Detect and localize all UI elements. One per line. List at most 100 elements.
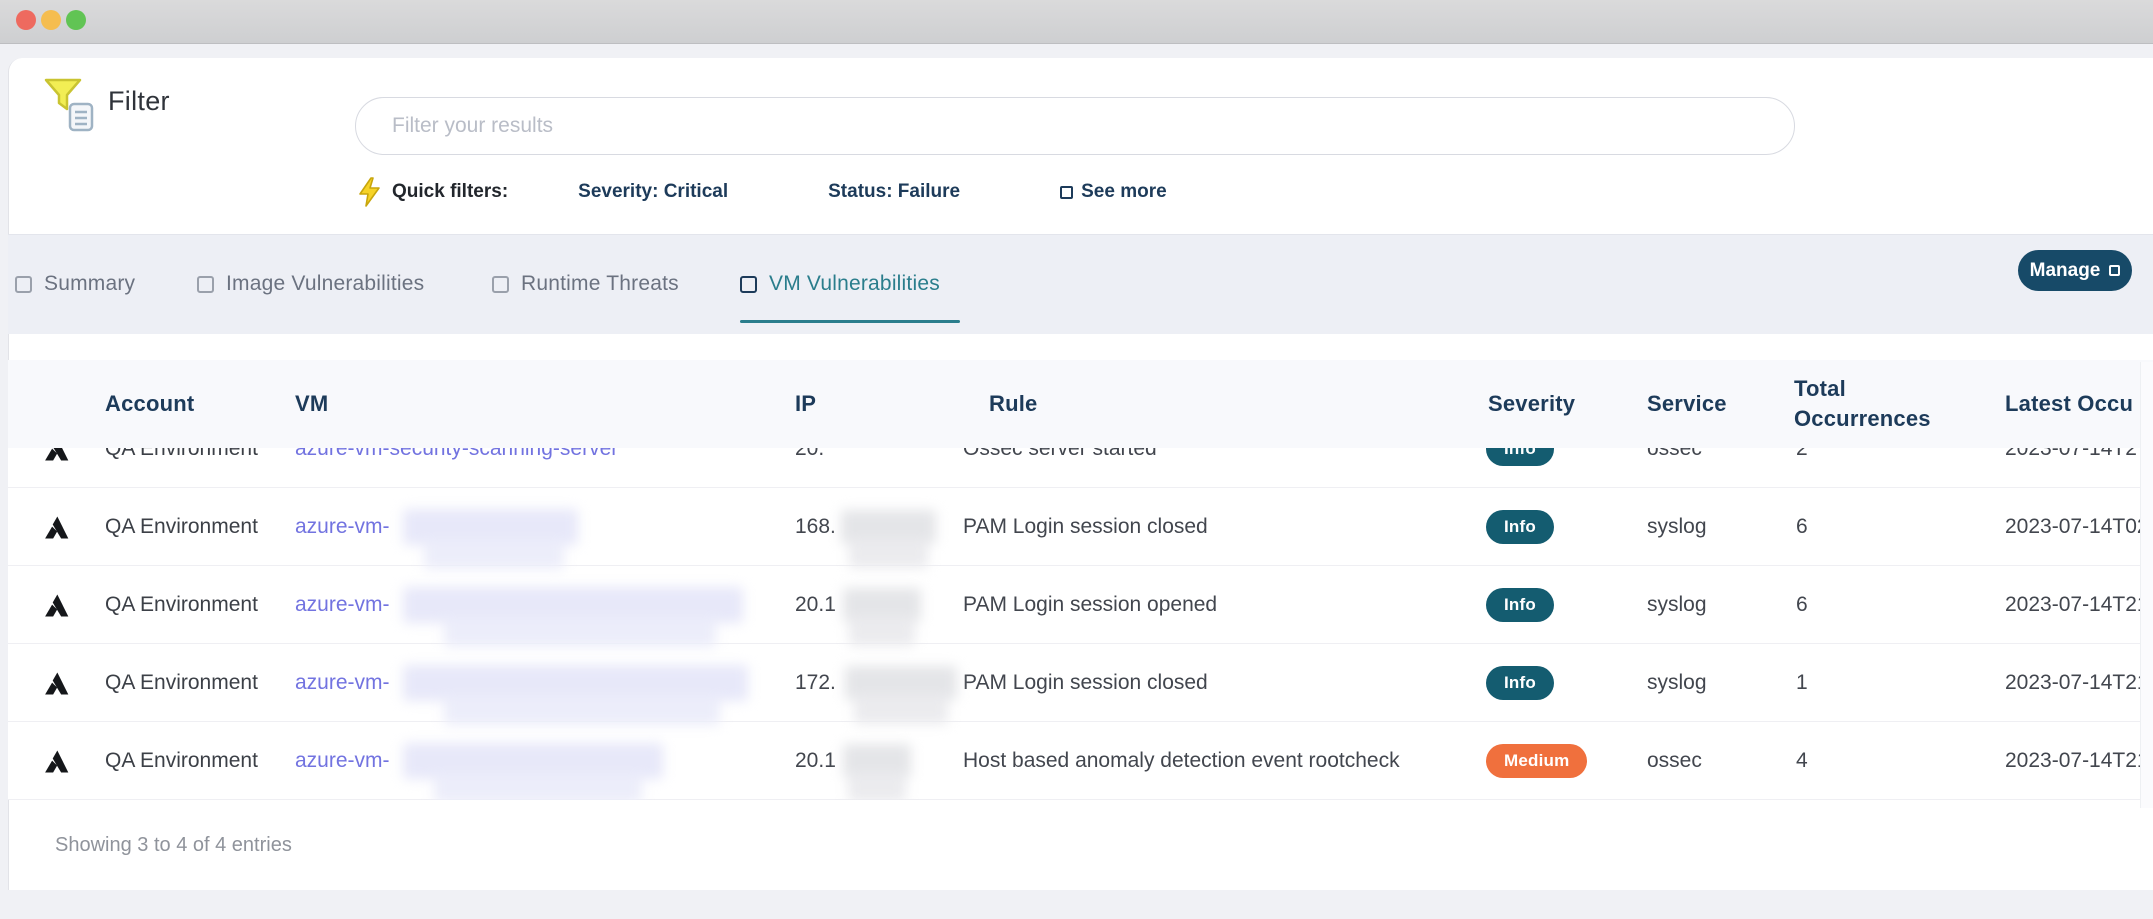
column-header-severity[interactable]: Severity (1472, 389, 1635, 419)
severity-badge: Info (1486, 588, 1554, 622)
active-tab-underline (740, 320, 960, 323)
filter-panel-title: Filter (108, 86, 170, 117)
vm-cell: azure-vm- (295, 722, 795, 800)
maximize-window-button[interactable] (66, 10, 86, 30)
lightning-bolt-icon (356, 177, 382, 207)
ip-value: 20.1 (795, 593, 836, 617)
service-cell: syslog (1635, 593, 1780, 617)
close-window-button[interactable] (16, 10, 36, 30)
column-header-rule[interactable]: Rule (963, 389, 1472, 419)
severity-badge: Info (1486, 448, 1554, 466)
ip-cell: 168. (795, 488, 963, 566)
checkbox-icon[interactable] (197, 276, 214, 293)
table-header-row: Account VM IP Rule Severity Service Tota… (8, 360, 2153, 448)
table-row[interactable]: QA Environment azure-vm-security-scannin… (8, 448, 2153, 488)
latest-occurrence-cell: 2023-07-14T21: (1995, 749, 2153, 773)
service-cell: ossec (1635, 749, 1780, 773)
filter-search-input[interactable] (355, 97, 1795, 155)
vm-link[interactable]: azure-vm- (295, 749, 390, 773)
column-header-service[interactable]: Service (1635, 389, 1780, 419)
manage-button-label: Manage (2030, 260, 2101, 282)
minimize-window-button[interactable] (41, 10, 61, 30)
tab-image-vulnerabilities-label: Image Vulnerabilities (226, 272, 424, 296)
tab-vm-vulnerabilities[interactable]: VM Vulnerabilities (740, 272, 940, 296)
rule-cell: Ossec server started (963, 448, 1472, 461)
entries-summary: Showing 3 to 4 of 4 entries (55, 834, 292, 857)
vm-link[interactable]: azure-vm- (295, 515, 390, 539)
total-line1: Total (1794, 374, 1995, 404)
column-header-total-occurrences[interactable]: Total Occurrences (1780, 374, 1995, 434)
rule-cell: PAM Login session opened (963, 593, 1472, 617)
vm-link[interactable]: azure-vm- (295, 671, 390, 695)
total-occurrences-cell: 6 (1780, 593, 1995, 617)
manage-button[interactable]: Manage (2018, 250, 2132, 291)
ip-value: 20.1 (795, 749, 836, 773)
ip-cell: 20.1 (795, 722, 963, 800)
checkbox-icon[interactable] (740, 276, 757, 293)
redacted-ip (843, 588, 921, 622)
severity-cell: Medium (1472, 744, 1635, 778)
azure-logo-icon (43, 670, 70, 697)
see-more-button[interactable]: See more (1060, 181, 1167, 203)
ip-value: 20. (795, 448, 824, 461)
redacted-ip (843, 744, 911, 778)
tab-summary[interactable]: Summary (15, 272, 135, 296)
latest-occurrence-cell: 2023-07-14T02: (1995, 515, 2153, 539)
vm-link[interactable]: azure-vm-security-scanning-server (295, 448, 618, 461)
redacted-vm-name (403, 587, 743, 623)
table-row[interactable]: QA Environment azure-vm- 168. PAM Login … (8, 488, 2153, 566)
see-more-label: See more (1081, 181, 1167, 203)
tab-image-vulnerabilities[interactable]: Image Vulnerabilities (197, 272, 424, 296)
total-occurrences-cell: 2 (1780, 448, 1995, 461)
tab-summary-label: Summary (44, 272, 135, 296)
column-header-vm[interactable]: VM (295, 389, 795, 419)
ip-cell: 20.1 (795, 566, 963, 644)
quick-filter-status-failure[interactable]: Status: Failure (828, 181, 960, 203)
total-occurrences-cell: 4 (1780, 749, 1995, 773)
tab-runtime-threats-label: Runtime Threats (521, 272, 679, 296)
tab-runtime-threats[interactable]: Runtime Threats (492, 272, 679, 296)
table-scrollbar[interactable] (2140, 362, 2153, 808)
external-link-icon (2109, 265, 2120, 276)
column-header-ip[interactable]: IP (795, 389, 963, 419)
severity-badge: Info (1486, 510, 1554, 544)
severity-cell: Info (1472, 448, 1635, 466)
ip-cell: 172. (795, 644, 963, 722)
redacted-vm-name (403, 665, 748, 701)
severity-cell: Info (1472, 510, 1635, 544)
rule-cell: PAM Login session closed (963, 515, 1472, 539)
latest-occurrence-cell: 2023-07-14T21: (1995, 671, 2153, 695)
column-header-latest-occurrence[interactable]: Latest Occu (1995, 389, 2153, 419)
azure-logo-icon (43, 448, 70, 463)
severity-cell: Info (1472, 588, 1635, 622)
account-cell: QA Environment (105, 515, 295, 539)
column-header-account[interactable]: Account (105, 389, 295, 419)
filter-funnel-icon (40, 74, 98, 132)
see-more-icon (1060, 186, 1073, 199)
account-cell: QA Environment (105, 749, 295, 773)
vm-link[interactable]: azure-vm- (295, 593, 390, 617)
ip-value: 168. (795, 515, 836, 539)
vm-cell: azure-vm-security-scanning-server (295, 448, 795, 488)
redacted-ip (845, 666, 957, 700)
rule-cell: PAM Login session closed (963, 671, 1472, 695)
quick-filter-severity-critical[interactable]: Severity: Critical (578, 181, 728, 203)
quick-filters-label: Quick filters: (392, 181, 508, 203)
checkbox-icon[interactable] (15, 276, 32, 293)
rule-cell: Host based anomaly detection event rootc… (963, 749, 1472, 773)
redacted-ip (841, 510, 936, 544)
checkbox-icon[interactable] (492, 276, 509, 293)
tab-vm-vulnerabilities-label: VM Vulnerabilities (769, 272, 940, 296)
table-row[interactable]: QA Environment azure-vm- 20.1 PAM Login … (8, 566, 2153, 644)
service-cell: ossec (1635, 448, 1780, 461)
table-row[interactable]: QA Environment azure-vm- 20.1 Host based… (8, 722, 2153, 800)
table-body: QA Environment azure-vm-security-scannin… (8, 448, 2153, 800)
redacted-vm-name (403, 509, 578, 545)
table-row[interactable]: QA Environment azure-vm- 172. PAM Login … (8, 644, 2153, 722)
account-cell: QA Environment (105, 593, 295, 617)
window-titlebar (0, 0, 2153, 44)
azure-logo-icon (43, 592, 70, 619)
account-cell: QA Environment (105, 671, 295, 695)
azure-logo-icon (43, 514, 70, 541)
service-cell: syslog (1635, 515, 1780, 539)
